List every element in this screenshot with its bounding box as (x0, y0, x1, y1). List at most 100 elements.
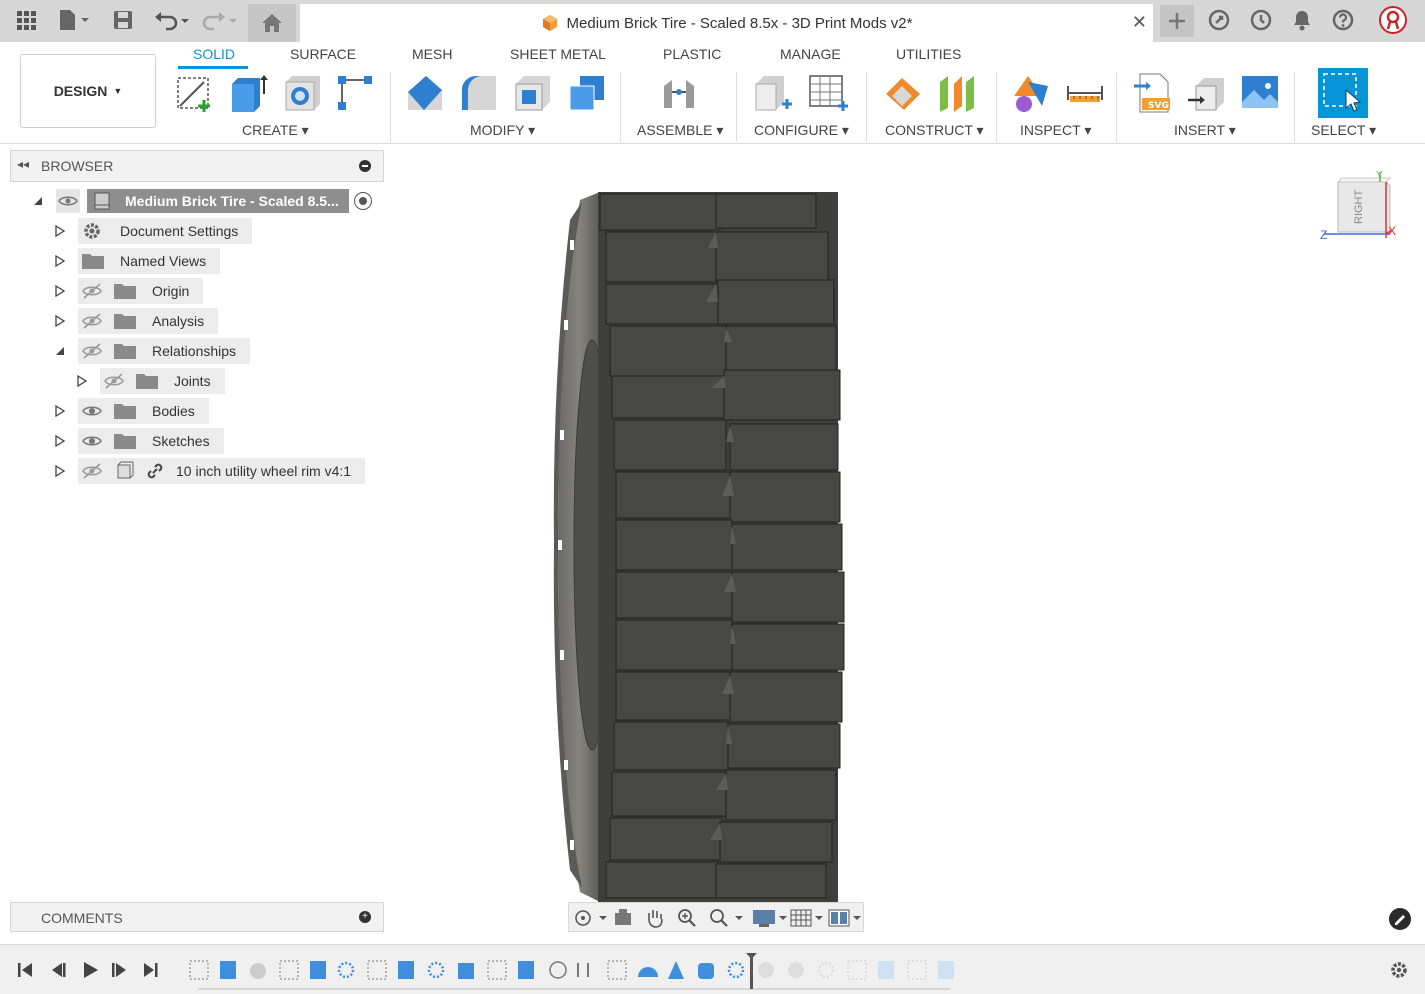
go-to-start-icon[interactable] (14, 959, 38, 981)
tab-sheet-metal[interactable]: SHEET METAL (510, 46, 606, 62)
step-back-icon[interactable] (46, 959, 70, 981)
tree-item-origin[interactable]: Origin (78, 278, 204, 304)
create-menu[interactable]: CREATE ▾ (242, 122, 309, 139)
view-cube[interactable]: RIGHT Z X Y (1318, 170, 1402, 246)
hidden-eye-icon[interactable] (80, 310, 106, 332)
configure-icon[interactable] (752, 72, 794, 114)
hidden-eye-icon[interactable] (80, 340, 106, 362)
add-comment-icon[interactable]: + (359, 911, 371, 923)
create-sketch-icon[interactable] (174, 72, 216, 114)
undo-icon[interactable] (152, 6, 192, 34)
display-settings-icon[interactable] (751, 907, 787, 929)
tab-utilities[interactable]: UTILITIES (896, 46, 961, 62)
step-forward-icon[interactable] (108, 959, 132, 981)
expand-triangle-icon[interactable] (54, 435, 66, 447)
collapse-triangle-icon[interactable] (54, 345, 66, 357)
hidden-eye-icon[interactable] (102, 370, 128, 392)
tab-manage[interactable]: MANAGE (780, 46, 841, 62)
expand-triangle-icon[interactable] (54, 315, 66, 327)
insert-menu[interactable]: INSERT ▾ (1174, 122, 1236, 139)
viewports-icon[interactable] (827, 907, 863, 929)
tree-item-bodies[interactable]: Bodies (78, 398, 209, 424)
sketch-palette-icon[interactable] (1389, 908, 1411, 930)
tree-item-document-settings[interactable]: Document Settings (78, 218, 253, 244)
workspace-switcher[interactable]: DESIGN ▼ (20, 54, 156, 128)
select-menu[interactable]: SELECT ▾ (1311, 122, 1376, 139)
user-avatar[interactable] (1378, 6, 1408, 34)
minimize-panel-icon[interactable] (359, 160, 371, 172)
expand-triangle-icon[interactable] (54, 465, 66, 477)
modify-menu[interactable]: MODIFY ▾ (470, 122, 535, 139)
configuration-table-icon[interactable] (806, 72, 848, 114)
select-button[interactable] (1318, 68, 1368, 118)
expand-triangle-icon[interactable] (54, 255, 66, 267)
shell-icon[interactable] (512, 72, 554, 114)
insert-canvas-icon[interactable] (1240, 72, 1282, 114)
tree-item-sketches[interactable]: Sketches (78, 428, 224, 454)
offset-plane-icon[interactable] (882, 72, 924, 114)
extensions-icon[interactable] (1206, 6, 1232, 34)
visibility-eye-icon[interactable] (80, 400, 106, 422)
file-icon[interactable] (54, 6, 94, 34)
look-at-icon[interactable] (611, 907, 635, 929)
combine-icon[interactable] (566, 72, 608, 114)
root-component-row[interactable]: Medium Brick Tire - Scaled 8.5... (87, 189, 349, 213)
press-pull-icon[interactable] (404, 72, 446, 114)
collapse-panel-icon[interactable]: ◂◂ (17, 157, 29, 171)
tab-mesh[interactable]: MESH (412, 46, 452, 62)
go-to-end-icon[interactable] (140, 959, 164, 981)
tree-item-joints[interactable]: Joints (100, 368, 225, 394)
help-icon[interactable] (1330, 6, 1356, 34)
pan-hand-icon[interactable] (643, 907, 667, 929)
fillet-icon[interactable] (458, 72, 500, 114)
app-grid-icon[interactable] (12, 6, 40, 34)
timeline-settings-gear-icon[interactable] (1388, 959, 1410, 981)
hole-icon[interactable] (282, 72, 324, 114)
redo-icon[interactable] (198, 6, 238, 34)
save-icon[interactable] (110, 6, 136, 34)
tire-3d-model[interactable] (540, 180, 860, 910)
insert-mesh-icon[interactable] (1186, 72, 1228, 114)
bell-icon[interactable] (1290, 6, 1314, 34)
construct-menu[interactable]: CONSTRUCT ▾ (885, 122, 984, 139)
expand-triangle-icon[interactable] (54, 405, 66, 417)
expand-triangle-icon[interactable] (54, 225, 66, 237)
joint-icon[interactable] (658, 72, 700, 114)
play-icon[interactable] (78, 959, 102, 981)
measure-icon[interactable] (1064, 72, 1106, 114)
tree-item-named-views[interactable]: Named Views (78, 248, 221, 274)
collapse-triangle-icon[interactable] (32, 195, 44, 207)
timeline-features[interactable] (186, 953, 966, 993)
clock-icon[interactable] (1248, 6, 1274, 34)
visibility-eye-icon[interactable] (80, 430, 106, 452)
insert-svg-icon[interactable]: SVG (1132, 72, 1174, 114)
midplane-icon[interactable] (936, 72, 978, 114)
inspect-menu[interactable]: INSPECT ▾ (1020, 122, 1091, 139)
tab-plastic[interactable]: PLASTIC (663, 46, 721, 62)
extrude-icon[interactable] (228, 72, 270, 114)
grid-settings-icon[interactable] (789, 907, 825, 929)
orbit-icon[interactable] (573, 907, 607, 929)
hidden-eye-icon[interactable] (80, 280, 106, 302)
expand-triangle-icon[interactable] (76, 375, 88, 387)
document-tab[interactable]: Medium Brick Tire - Scaled 8.5x - 3D Pri… (300, 4, 1153, 42)
link-icon (147, 463, 163, 479)
configure-menu[interactable]: CONFIGURE ▾ (754, 122, 849, 139)
tab-solid[interactable]: SOLID (193, 46, 235, 62)
tree-item-analysis[interactable]: Analysis (78, 308, 219, 334)
zoom-icon[interactable] (675, 907, 699, 929)
tree-item-wheel-rim[interactable]: 10 inch utility wheel rim v4:1 (78, 458, 366, 484)
assemble-menu[interactable]: ASSEMBLE ▾ (637, 122, 723, 139)
pattern-icon[interactable] (334, 72, 376, 114)
tab-surface[interactable]: SURFACE (290, 46, 356, 62)
expand-triangle-icon[interactable] (54, 285, 66, 297)
close-tab-icon[interactable]: ✕ (1132, 12, 1147, 33)
zoom-window-icon[interactable] (707, 907, 743, 929)
home-tab[interactable] (248, 4, 296, 42)
tree-item-relationships[interactable]: Relationships (78, 338, 251, 364)
new-tab-button[interactable] (1160, 5, 1194, 37)
hidden-eye-icon[interactable] (80, 460, 106, 482)
interference-icon[interactable] (1010, 72, 1052, 114)
activate-component-icon[interactable] (354, 192, 372, 210)
visibility-eye-icon[interactable] (56, 189, 80, 213)
